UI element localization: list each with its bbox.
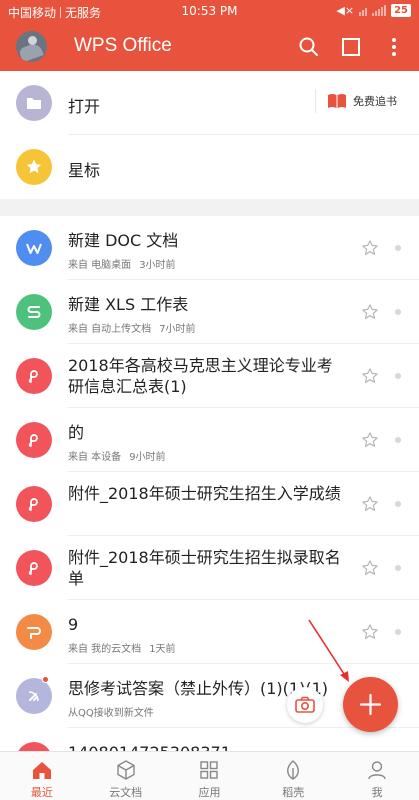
sync-status-dot (395, 501, 401, 507)
camera-button[interactable] (287, 687, 323, 723)
star-outline-icon[interactable] (361, 303, 379, 321)
pdf-icon (16, 486, 52, 522)
document-meta: 来自 电脑桌面 3小时前 (68, 256, 176, 271)
status-icons: ◀× 25 (336, 4, 411, 17)
document-time: 9小时前 (129, 452, 166, 463)
app-title: WPS Office (74, 35, 172, 56)
document-meta: 来自 本设备 9小时前 (68, 448, 166, 463)
app-bar: WPS Office (0, 23, 419, 71)
list-item[interactable]: 的 来自 本设备 9小时前 (0, 408, 419, 472)
mute-icon: ◀× (336, 4, 355, 17)
tab-label: 最近 (30, 786, 53, 799)
open-row[interactable]: 打开 免费追书 (0, 71, 419, 135)
tab-docer[interactable]: 稻壳 (251, 752, 335, 800)
pdf-icon (16, 422, 52, 458)
document-title: 新建 DOC 文档 (68, 231, 179, 250)
cloud-box-icon (116, 760, 135, 780)
star-outline-icon[interactable] (361, 239, 379, 257)
tab-recent[interactable]: 最近 (0, 752, 84, 800)
apps-grid-icon (200, 761, 219, 779)
document-time: 1天前 (149, 644, 176, 655)
leaf-icon (287, 760, 300, 780)
starred-label: 星标 (68, 161, 101, 180)
list-item[interactable]: 2018年各高校马克思主义理论专业考研信息汇总表(1) (0, 344, 419, 408)
list-item[interactable]: 附件_2018年硕士研究生招生拟录取名单 (0, 536, 419, 600)
avatar[interactable] (16, 31, 47, 62)
sync-status-dot (395, 565, 401, 571)
new-file-badge (42, 676, 49, 683)
document-title: 新建 XLS 工作表 (68, 295, 189, 314)
more-vertical-icon[interactable] (382, 35, 406, 59)
status-bar: 中国移动 无服务 10:53 PM ◀× 25 (0, 0, 419, 23)
sync-status-dot (395, 309, 401, 315)
list-item[interactable]: 附件_2018年硕士研究生招生入学成绩 (0, 472, 419, 536)
star-outline-icon[interactable] (361, 495, 379, 513)
sync-status-dot (395, 245, 401, 251)
sync-status-dot (395, 373, 401, 379)
document-title: 的 (68, 423, 85, 442)
tab-label: 应用 (198, 786, 221, 799)
star-icon (16, 149, 52, 185)
home-icon (32, 762, 51, 779)
tab-label: 我 (371, 786, 383, 799)
pdf-icon (16, 358, 52, 394)
add-document-button[interactable] (343, 677, 398, 732)
document-meta: 来自 自动上传文档 7小时前 (68, 320, 196, 335)
square-icon[interactable] (339, 35, 363, 59)
plus-icon (359, 693, 382, 716)
bottom-navigation: 最近 云文档 应用 稻壳 我 (0, 751, 419, 800)
tab-apps[interactable]: 应用 (168, 752, 252, 800)
document-source: 从QQ接收到新文件 (68, 708, 154, 719)
search-icon[interactable] (297, 35, 321, 59)
spreadsheet-icon (16, 294, 52, 330)
document-title: 2018年各高校马克思主义理论专业考研信息汇总表(1) (68, 356, 333, 396)
star-outline-icon[interactable] (361, 431, 379, 449)
wifi-off-icon (359, 5, 368, 16)
tab-me[interactable]: 我 (335, 752, 419, 800)
person-icon (368, 761, 386, 780)
document-source: 来自 电脑桌面 (68, 260, 132, 271)
document-source: 来自 本设备 (68, 452, 122, 463)
document-meta: 从QQ接收到新文件 (68, 704, 154, 719)
sync-status-dot (395, 629, 401, 635)
document-title: 附件_2018年硕士研究生招生入学成绩 (68, 484, 341, 503)
document-meta: 来自 我的云文档 1天前 (68, 640, 176, 655)
list-item[interactable]: 新建 XLS 工作表 来自 自动上传文档 7小时前 (0, 280, 419, 344)
word-icon (16, 230, 52, 266)
star-outline-icon[interactable] (361, 623, 379, 641)
open-label: 打开 (68, 97, 101, 116)
free-book-label: 免费追书 (353, 95, 397, 108)
camera-icon (295, 696, 315, 713)
starred-row[interactable]: 星标 (0, 135, 419, 199)
document-title: 1408014725308371 (68, 742, 348, 751)
star-outline-icon[interactable] (361, 559, 379, 577)
star-outline-icon[interactable] (361, 367, 379, 385)
sync-status-dot (395, 437, 401, 443)
document-source: 来自 自动上传文档 (68, 324, 152, 335)
pdf-icon (16, 742, 52, 751)
document-title: 附件_2018年硕士研究生招生拟录取名单 (68, 548, 341, 588)
tab-label: 稻壳 (282, 786, 305, 799)
tab-cloud-docs[interactable]: 云文档 (84, 752, 168, 800)
list-item[interactable]: 新建 DOC 文档 来自 电脑桌面 3小时前 (0, 216, 419, 280)
folder-icon (16, 85, 52, 121)
qq-file-icon (16, 678, 52, 714)
document-time: 3小时前 (139, 260, 176, 271)
pdf-icon (16, 550, 52, 586)
document-source: 来自 我的云文档 (68, 644, 142, 655)
free-book-button[interactable]: 免费追书 (315, 89, 397, 113)
document-time: 7小时前 (159, 324, 196, 335)
section-gap (0, 199, 419, 216)
book-icon (328, 94, 346, 108)
battery-indicator: 25 (391, 4, 411, 17)
tab-label: 云文档 (109, 786, 143, 799)
signal-icon (372, 5, 387, 16)
presentation-icon (16, 614, 52, 650)
